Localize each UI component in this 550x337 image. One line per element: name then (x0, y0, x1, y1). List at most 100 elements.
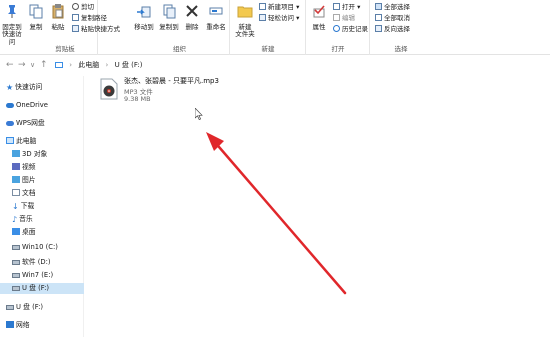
sidebar-item-drive-c[interactable]: Win10 (C:) (0, 242, 84, 253)
sidebar-item-onedrive[interactable]: OneDrive (0, 100, 84, 111)
new-group-label: 新建 (261, 45, 275, 53)
copy-path-icon (72, 14, 79, 21)
cloud-icon (6, 121, 14, 126)
open-button[interactable]: 打开 ▾ (333, 3, 360, 12)
select-none-icon (375, 14, 382, 21)
breadcrumb-item-usb-drive[interactable]: U 盘 (F:) (115, 61, 143, 69)
edit-button[interactable]: 编辑 (333, 14, 355, 23)
document-icon (12, 189, 20, 196)
sidebar-item-desktop[interactable]: 桌面 (0, 227, 84, 238)
new-item-button[interactable]: 新建项目 ▾ (259, 3, 299, 12)
pin-to-quick-access-button[interactable]: 固定到 快速访问 (0, 3, 24, 46)
invert-selection-button[interactable]: 反向选择 (375, 25, 410, 34)
easy-access-button[interactable]: 轻松访问 ▾ (259, 14, 299, 23)
sidebar-item-drive-d[interactable]: 软件 (D:) (0, 257, 84, 268)
sidebar-item-quick-access[interactable]: ★ 快速访问 (0, 82, 84, 93)
move-to-button[interactable]: 移动到 (132, 3, 156, 31)
cut-button[interactable]: 剪切 (72, 3, 94, 12)
move-to-label: 移动到 (134, 22, 154, 31)
new-folder-label-2: 文件夹 (235, 30, 255, 38)
sidebar-item-downloads[interactable]: ↓ 下载 (0, 201, 84, 212)
video-icon (12, 163, 20, 170)
file-tile[interactable]: 张杰、张碧晨 - 只要平凡.mp3 MP3 文件 9.38 MB (100, 74, 240, 108)
sidebar-item-label: 视频 (22, 163, 36, 171)
rename-button[interactable]: 重命名 (204, 3, 228, 31)
copy-to-button[interactable]: 复制到 (157, 3, 181, 31)
properties-label: 属性 (312, 22, 326, 31)
sidebar-item-label: 软件 (D:) (22, 258, 51, 266)
sidebar-item-network[interactable]: 网络 (0, 320, 84, 331)
ribbon: 固定到 快速访问 复制 粘贴 剪切 复制路径 粘贴快捷方式 剪贴板 移动到 复制… (0, 0, 550, 55)
sidebar-item-label: Win7 (E:) (22, 271, 54, 279)
file-size: 9.38 MB (124, 95, 151, 103)
sidebar-item-label: 快速访问 (15, 83, 43, 91)
sidebar-item-videos[interactable]: 视频 (0, 162, 84, 173)
sidebar-item-label: 音乐 (19, 215, 33, 223)
file-name: 张杰、张碧晨 - 只要平凡.mp3 (124, 77, 219, 85)
history-button[interactable]: 历史记录 (333, 25, 368, 34)
paste-shortcut-icon (72, 25, 79, 32)
paste-shortcut-button[interactable]: 粘贴快捷方式 (72, 25, 120, 34)
open-label: 打开 (342, 3, 355, 11)
breadcrumb-item-this-pc[interactable]: 此电脑 (78, 61, 99, 69)
sidebar-item-label: Win10 (C:) (22, 243, 58, 251)
easy-access-icon (259, 14, 266, 21)
copy-icon (29, 4, 43, 19)
network-icon (6, 321, 14, 328)
delete-label: 删除 (185, 22, 199, 31)
sidebar-item-label: U 盘 (F:) (22, 284, 50, 292)
rename-icon (209, 7, 223, 15)
download-icon: ↓ (12, 202, 19, 211)
select-none-button[interactable]: 全部取消 (375, 14, 410, 23)
rename-label: 重命名 (206, 22, 226, 31)
delete-button[interactable]: 删除 (182, 3, 202, 31)
new-folder-button[interactable]: 新建 文件夹 (233, 3, 257, 39)
select-all-icon (375, 3, 382, 10)
paste-shortcut-label: 粘贴快捷方式 (81, 25, 120, 33)
invert-selection-icon (375, 25, 382, 32)
sidebar-item-label: 此电脑 (16, 137, 37, 145)
sidebar-item-drive-e[interactable]: Win7 (E:) (0, 270, 84, 281)
sidebar-item-usb-drive-f-root[interactable]: U 盘 (F:) (0, 302, 84, 313)
paste-label: 粘贴 (51, 22, 65, 31)
sidebar-item-documents[interactable]: 文档 (0, 188, 84, 199)
paste-icon (52, 4, 64, 19)
properties-button[interactable]: 属性 (309, 3, 329, 31)
select-all-button[interactable]: 全部选择 (375, 3, 410, 12)
organize-group: 移动到 复制到 删除 重命名 组织 (130, 0, 230, 55)
copy-label: 复制 (29, 22, 43, 31)
sidebar-item-3d-objects[interactable]: 3D 对象 (0, 149, 84, 160)
paste-button[interactable]: 粘贴 (48, 3, 68, 31)
sidebar-item-label: 3D 对象 (22, 150, 48, 158)
history-icon (333, 25, 340, 32)
sidebar-item-pictures[interactable]: 图片 (0, 175, 84, 186)
open-group: 属性 打开 ▾ 编辑 历史记录 打开 (307, 0, 370, 55)
open-group-label: 打开 (331, 45, 345, 53)
computer-small-icon (55, 62, 63, 68)
edit-icon (333, 14, 340, 21)
sidebar-item-usb-drive-f[interactable]: U 盘 (F:) (0, 283, 84, 294)
copy-button[interactable]: 复制 (26, 3, 46, 31)
sidebar-item-label: 文档 (22, 189, 36, 197)
breadcrumb-separator: › (105, 61, 109, 69)
new-folder-icon (237, 6, 253, 18)
sidebar-item-music[interactable]: ♪ 音乐 (0, 214, 84, 225)
select-group-label: 选择 (394, 45, 408, 53)
breadcrumb-separator: › (69, 61, 73, 69)
back-icon[interactable]: ← (6, 60, 14, 70)
copy-path-button[interactable]: 复制路径 (72, 14, 107, 23)
drive-icon (12, 260, 20, 265)
select-all-label: 全部选择 (384, 3, 410, 11)
mp3-file-icon (100, 78, 118, 100)
sidebar-item-label: 桌面 (22, 228, 36, 236)
sidebar-item-wps-drive[interactable]: WPS网盘 (0, 118, 84, 129)
up-icon[interactable]: ↑ (40, 60, 48, 70)
forward-icon[interactable]: → (18, 60, 26, 70)
sidebar-item-this-pc[interactable]: 此电脑 (0, 136, 84, 147)
new-group: 新建 文件夹 新建项目 ▾ 轻松访问 ▾ 新建 (231, 0, 306, 55)
organize-group-label: 组织 (173, 45, 186, 53)
recent-locations-icon[interactable]: ∨ (30, 61, 35, 69)
breadcrumb: › 此电脑 › U 盘 (F:) (55, 60, 142, 70)
pin-label-2: 快速访问 (2, 30, 22, 46)
invert-selection-label: 反向选择 (384, 25, 410, 33)
